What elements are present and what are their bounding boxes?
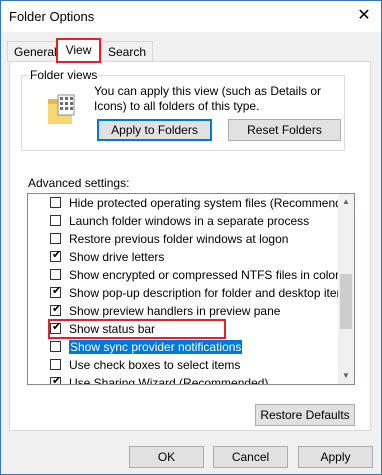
close-icon[interactable]: ✕ bbox=[353, 5, 375, 27]
list-scrollbar[interactable]: ▲ ▼ bbox=[338, 194, 354, 384]
checkbox[interactable]: ✔ bbox=[50, 321, 62, 334]
checkbox[interactable]: ✔ bbox=[50, 375, 62, 385]
restore-defaults-button[interactable]: Restore Defaults bbox=[255, 404, 355, 426]
checkbox[interactable]: ✔ bbox=[50, 303, 62, 316]
scroll-thumb[interactable] bbox=[340, 274, 352, 329]
folder-options-window: Folder Options ✕ General View Search Fol… bbox=[0, 0, 382, 475]
check-icon: ✔ bbox=[52, 375, 62, 385]
scroll-up-icon[interactable]: ▲ bbox=[338, 194, 354, 210]
checkbox[interactable] bbox=[50, 359, 61, 370]
title-bar: Folder Options ✕ bbox=[1, 1, 381, 32]
scroll-down-icon[interactable]: ▼ bbox=[338, 368, 354, 384]
apply-to-folders-button[interactable]: Apply to Folders bbox=[97, 119, 212, 141]
selected-item-label: Show sync provider notifications bbox=[69, 340, 243, 354]
check-icon: ✔ bbox=[52, 249, 62, 261]
advanced-settings-list[interactable]: Hide protected operating system files (R… bbox=[27, 193, 355, 385]
window-title: Folder Options bbox=[9, 9, 95, 24]
cancel-button[interactable]: Cancel bbox=[213, 446, 288, 468]
checkbox[interactable] bbox=[50, 197, 61, 208]
tab-view[interactable]: View bbox=[56, 38, 101, 63]
folder-views-icon bbox=[46, 93, 78, 130]
checkbox[interactable] bbox=[50, 215, 61, 226]
check-icon: ✔ bbox=[52, 285, 62, 297]
advanced-settings-label: Advanced settings: bbox=[28, 176, 130, 190]
folder-views-description: You can apply this view (such as Details… bbox=[94, 84, 322, 113]
apply-button[interactable]: Apply bbox=[298, 446, 373, 468]
folder-views-label: Folder views bbox=[28, 68, 100, 82]
ok-button[interactable]: OK bbox=[129, 446, 204, 468]
checkbox[interactable] bbox=[50, 269, 61, 280]
check-icon: ✔ bbox=[52, 303, 62, 315]
tab-search[interactable]: Search bbox=[101, 41, 154, 61]
reset-folders-button[interactable]: Reset Folders bbox=[228, 119, 341, 141]
check-icon: ✔ bbox=[52, 321, 62, 333]
checkbox[interactable]: ✔ bbox=[50, 249, 62, 262]
checkbox[interactable]: ✔ bbox=[50, 285, 62, 298]
checkbox[interactable] bbox=[50, 233, 61, 244]
checkbox[interactable] bbox=[50, 341, 61, 352]
